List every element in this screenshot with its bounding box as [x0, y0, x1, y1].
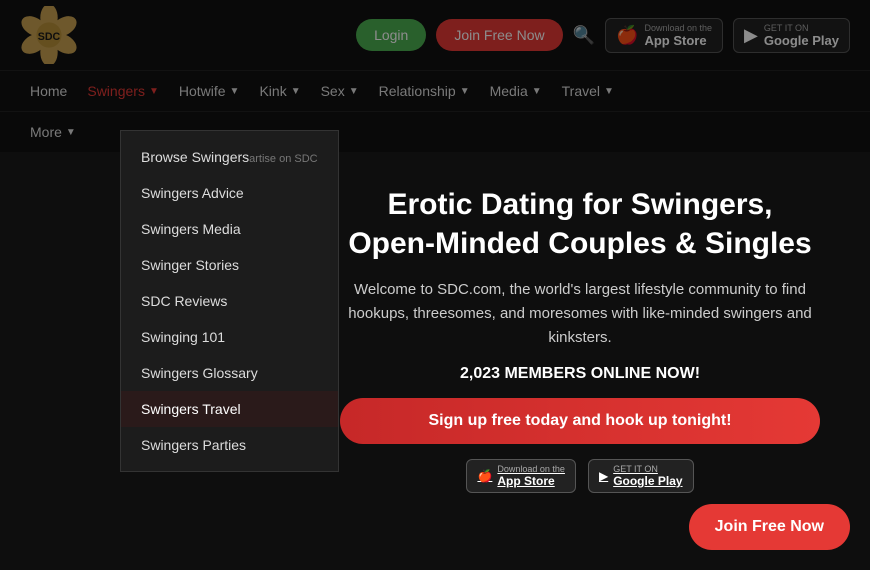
play-icon: ▶ [599, 469, 608, 483]
dropdown-swinger-stories[interactable]: Swinger Stories [121, 247, 338, 283]
apple-icon: 🍎 [477, 469, 492, 483]
main-subtitle: Welcome to SDC.com, the world's largest … [340, 278, 820, 350]
dropdown-swingers-media[interactable]: Swingers Media [121, 211, 338, 247]
members-online: 2,023 MEMBERS ONLINE NOW! [340, 365, 820, 383]
appstore-badge-cta[interactable]: 🍎 Download on the App Store [466, 459, 576, 493]
dropdown-swinging-101[interactable]: Swinging 101 [121, 319, 338, 355]
googleplay-badge-cta[interactable]: ▶ GET IT ON Google Play [588, 459, 694, 493]
join-free-now-float-button[interactable]: Join Free Now [689, 504, 850, 550]
main-content: Erotic Dating for Swingers, Open-Minded … [300, 155, 860, 513]
swingers-dropdown: Browse Swingersartise on SDC Swingers Ad… [120, 130, 339, 472]
dropdown-browse-swingers[interactable]: Browse Swingersartise on SDC [121, 139, 338, 175]
dropdown-sdc-reviews[interactable]: SDC Reviews [121, 283, 338, 319]
dropdown-swingers-parties[interactable]: Swingers Parties [121, 427, 338, 463]
cta-bar[interactable]: Sign up free today and hook up tonight! [340, 398, 820, 444]
main-title: Erotic Dating for Swingers, Open-Minded … [340, 185, 820, 263]
dropdown-swingers-glossary[interactable]: Swingers Glossary [121, 355, 338, 391]
dropdown-swingers-travel[interactable]: Swingers Travel [121, 391, 338, 427]
dropdown-swingers-advice[interactable]: Swingers Advice [121, 175, 338, 211]
cta-store-badges: 🍎 Download on the App Store ▶ GET IT ON … [340, 459, 820, 493]
